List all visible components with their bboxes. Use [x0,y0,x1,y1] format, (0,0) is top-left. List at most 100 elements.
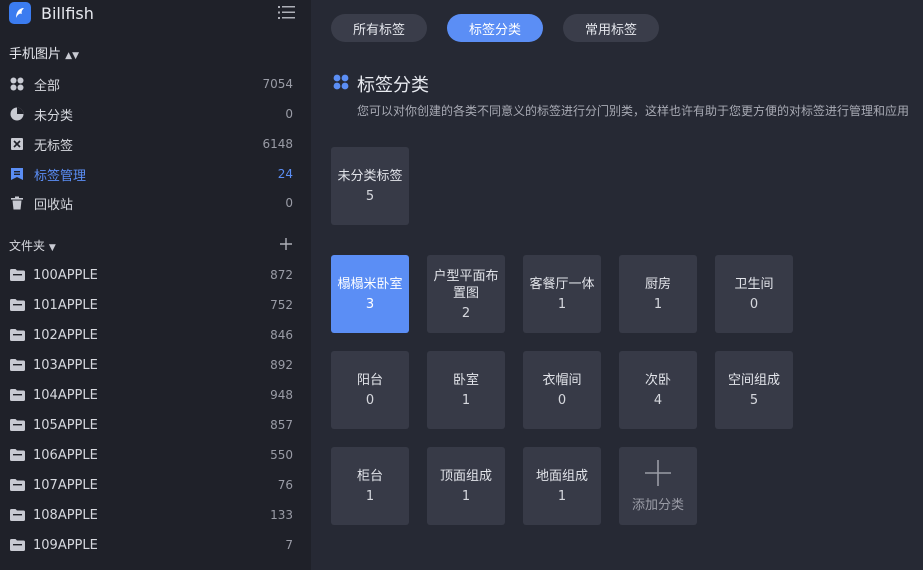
billfish-logo-icon [9,2,31,24]
folder-item[interactable]: 105APPLE 857 [0,410,311,440]
category-card[interactable]: 顶面组成 1 [427,447,505,525]
folder-count: 872 [270,268,293,282]
folder-label: 100APPLE [33,267,98,283]
card-name: 厨房 [644,277,671,292]
nav-item-label: 无标签 [34,138,74,154]
folder-count: 550 [270,448,293,462]
folder-item[interactable]: 102APPLE 846 [0,320,311,350]
card-name: 卫生间 [734,277,774,292]
folder-item[interactable]: 108APPLE 133 [0,500,311,530]
card-count: 4 [653,393,663,408]
uncategorized-icon [10,107,24,121]
sidebar: Billfish 手机图片 ▲▼ 全部 7054 未分类 0 无标签 6148 … [0,0,311,570]
nav-item-count: 7054 [262,77,293,91]
category-card[interactable]: 阳台 0 [331,351,409,429]
caret-down-icon: ▼ [48,243,56,253]
nav-item-trash[interactable]: 回收站 0 [0,189,311,217]
category-card[interactable]: 地面组成 1 [523,447,601,525]
folders-header[interactable]: 文件夹 ▼ [9,237,56,254]
trash-icon [10,196,24,210]
card-name: 阳台 [356,373,383,388]
card-count: 2 [461,305,471,321]
library-switcher[interactable]: 手机图片 ▲▼ [9,43,79,62]
tab-tag-categories[interactable]: 标签分类 [447,14,543,42]
folder-label: 108APPLE [33,507,98,523]
folder-label: 104APPLE [33,387,98,403]
folder-item[interactable]: 107APPLE 76 [0,470,311,500]
category-card[interactable]: 卧室 1 [427,351,505,429]
folder-icon [10,269,25,281]
folder-icon [10,389,25,401]
folder-item[interactable]: 106APPLE 550 [0,440,311,470]
folder-label: 109APPLE [33,537,98,553]
category-card[interactable]: 户型平面布置图 2 [427,255,505,333]
folder-item[interactable]: 100APPLE 872 [0,260,311,290]
tab-common-tags[interactable]: 常用标签 [563,14,659,42]
plus-icon [644,459,672,491]
menu-icon[interactable] [278,5,295,20]
add-category-button[interactable]: 添加分类 [619,447,697,525]
folder-count: 948 [270,388,293,402]
category-card[interactable]: 空间组成 5 [715,351,793,429]
category-card[interactable]: 柜台 1 [331,447,409,525]
tab-all-tags[interactable]: 所有标签 [331,14,427,42]
folder-count: 76 [277,478,293,492]
nav-item-count: 0 [285,107,293,121]
nav-item-label: 未分类 [34,108,74,124]
card-name: 客餐厅一体 [529,277,595,292]
card-count: 1 [365,489,375,504]
category-card[interactable]: 厨房 1 [619,255,697,333]
add-folder-icon[interactable] [279,237,293,251]
nav-item-tag-manage[interactable]: 标签管理 24 [0,160,311,188]
card-name: 柜台 [356,469,383,484]
folder-item[interactable]: 104APPLE 948 [0,380,311,410]
folder-item[interactable]: 109APPLE 7 [0,530,311,560]
folder-count: 857 [270,418,293,432]
add-category-label: 添加分类 [631,497,684,513]
card-name: 未分类标签 [337,169,403,184]
nav-item-uncategorized[interactable]: 未分类 0 [0,100,311,128]
category-card[interactable]: 榻榻米卧室 3 [331,255,409,333]
folder-icon [10,419,25,431]
card-count: 1 [461,489,471,504]
folder-label: 101APPLE [33,297,98,313]
card-count: 0 [365,393,375,408]
card-name: 衣帽间 [542,373,582,388]
folder-count: 892 [270,358,293,372]
category-icon [333,74,349,90]
nav-item-all[interactable]: 全部 7054 [0,70,311,98]
card-count: 5 [749,393,759,408]
all-icon [10,77,24,91]
card-count: 3 [365,297,375,312]
card-count: 1 [461,393,471,408]
folder-item[interactable]: 101APPLE 752 [0,290,311,320]
card-count: 0 [749,297,759,312]
category-card[interactable]: 次卧 4 [619,351,697,429]
folder-icon [10,479,25,491]
folder-icon [10,329,25,341]
folder-icon [10,359,25,371]
folder-label: 103APPLE [33,357,98,373]
untagged-icon [10,137,24,151]
tag-manage-icon [10,167,24,181]
tab-bar: 所有标签 标签分类 常用标签 [331,14,679,42]
section-title: 标签分类 [357,75,429,96]
nav-item-untagged[interactable]: 无标签 6148 [0,130,311,158]
folder-label: 106APPLE [33,447,98,463]
library-title: 手机图片 [9,47,62,62]
category-card[interactable]: 衣帽间 0 [523,351,601,429]
category-card[interactable]: 卫生间 0 [715,255,793,333]
brand: Billfish [9,2,94,24]
card-count: 1 [557,489,567,504]
folder-count: 133 [270,508,293,522]
folder-item[interactable]: 103APPLE 892 [0,350,311,380]
sort-arrows-icon: ▲▼ [65,51,79,61]
folder-icon [10,539,25,551]
card-name: 地面组成 [535,469,588,484]
uncategorized-tags-card[interactable]: 未分类标签 5 [331,147,409,225]
category-card[interactable]: 客餐厅一体 1 [523,255,601,333]
folders-title: 文件夹 [9,239,46,253]
card-name: 卧室 [452,373,479,388]
nav-item-count: 24 [277,167,293,181]
nav-item-count: 6148 [262,137,293,151]
